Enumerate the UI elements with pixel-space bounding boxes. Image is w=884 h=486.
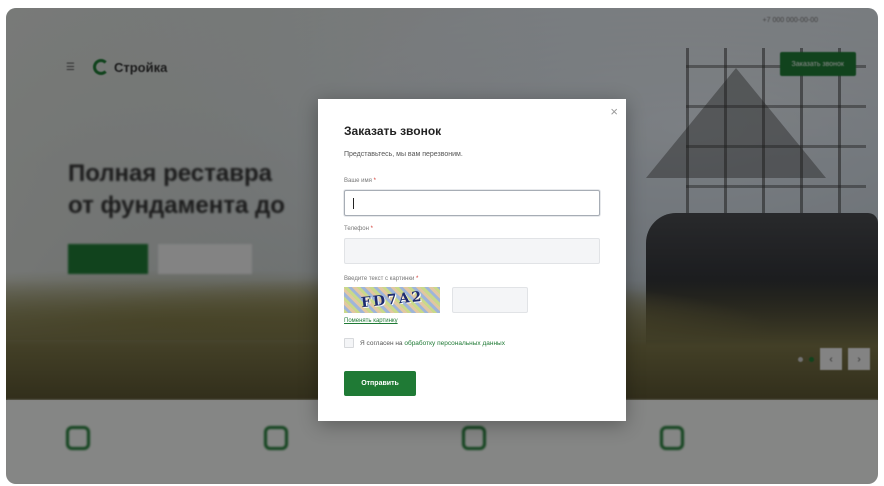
text-caret	[353, 198, 354, 209]
close-icon[interactable]: ×	[610, 105, 618, 118]
captcha-image: FD7A2	[344, 287, 440, 313]
captcha-input[interactable]	[452, 287, 528, 313]
consent-checkbox[interactable]	[344, 338, 354, 348]
captcha-refresh-link[interactable]: Поменять картинку	[344, 318, 398, 324]
modal-title: Заказать звонок	[344, 124, 442, 138]
captcha-label: Введите текст с картинки *	[344, 276, 419, 282]
submit-button[interactable]: Отправить	[344, 371, 416, 396]
modal-subtitle: Представьтесь, мы вам перезвоним.	[344, 151, 463, 158]
callback-modal: × Заказать звонок Представьтесь, мы вам …	[318, 99, 626, 421]
name-input[interactable]	[344, 190, 600, 216]
consent-link[interactable]: обработку персональных данных	[404, 340, 505, 347]
phone-input[interactable]	[344, 238, 600, 264]
phone-label: Телефон *	[344, 226, 373, 232]
name-label: Ваше имя *	[344, 178, 376, 184]
consent-label: Я согласен на обработку персональных дан…	[360, 340, 505, 347]
